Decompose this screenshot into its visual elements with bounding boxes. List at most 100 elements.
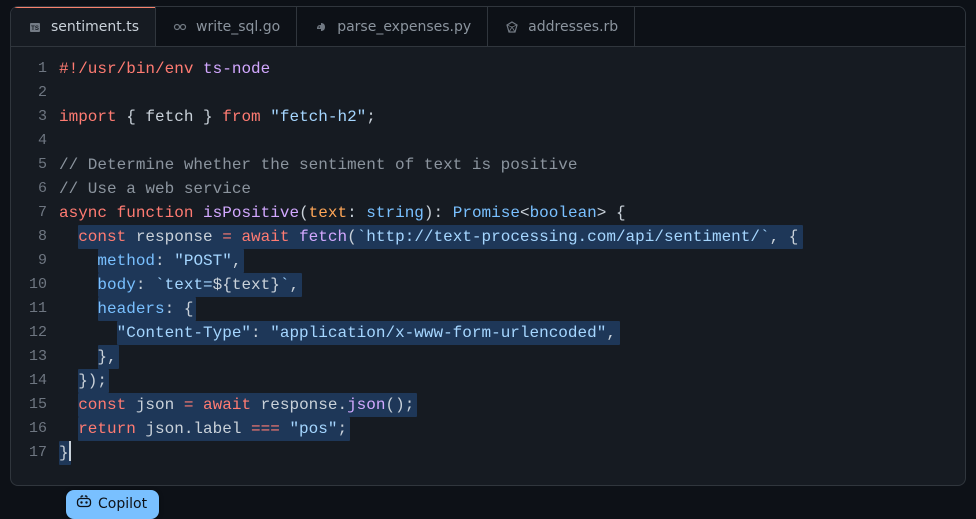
code-token: "application/x-www-form-urlencoded": [270, 324, 606, 342]
code-token: <: [520, 204, 530, 222]
code-line: },: [59, 345, 965, 369]
code-token: return: [78, 420, 136, 438]
code-line: [59, 129, 965, 153]
code-token: ,: [606, 324, 616, 342]
tab-label: sentiment.ts: [51, 19, 139, 35]
line-number: 5: [11, 153, 47, 177]
code-token: [261, 108, 271, 126]
code-token: [280, 420, 290, 438]
code-token: ,: [232, 252, 242, 270]
code-token: function: [117, 204, 194, 222]
go-file-icon: [172, 19, 188, 35]
code-token: ): [424, 204, 434, 222]
code-token: >: [597, 204, 607, 222]
code-token: {: [174, 300, 193, 318]
code-token: string: [366, 204, 424, 222]
code-token: text: [309, 204, 347, 222]
code-line: // Determine whether the sentiment of te…: [59, 153, 965, 177]
code-token: "Content-Type": [117, 324, 251, 342]
code-line: body: `text=${text}`,: [59, 273, 965, 297]
code-token: [59, 276, 97, 294]
code-token: async: [59, 204, 107, 222]
code-line: async function isPositive(text: string):…: [59, 201, 965, 225]
line-number: 7: [11, 201, 47, 225]
code-token: =: [184, 396, 194, 414]
code-token: Promise: [453, 204, 520, 222]
tab-write_sql-go[interactable]: write_sql.go: [156, 7, 297, 46]
tab-parse_expenses-py[interactable]: parse_expenses.py: [297, 7, 488, 46]
code-token: });: [59, 372, 107, 390]
code-token: json: [347, 396, 385, 414]
code-token: }: [193, 108, 222, 126]
line-number: 1: [11, 57, 47, 81]
code-token: // Use a web service: [59, 180, 251, 198]
code-token: import: [59, 108, 117, 126]
line-number: 14: [11, 369, 47, 393]
code-line: "Content-Type": "application/x-www-form-…: [59, 321, 965, 345]
code-token: ts-node: [203, 60, 270, 78]
ts-file-icon: TS: [27, 19, 43, 35]
copilot-label: Copilot: [98, 496, 147, 512]
code-token: #!/usr/bin/env: [59, 60, 193, 78]
tab-label: addresses.rb: [528, 19, 618, 35]
code-token: :: [155, 252, 165, 270]
code-token: [232, 228, 242, 246]
code-token: ,: [289, 276, 299, 294]
code-token: [193, 396, 203, 414]
code-content[interactable]: #!/usr/bin/env ts-nodeimport { fetch } f…: [59, 57, 965, 485]
code-line: return json.label === "pos";: [59, 417, 965, 441]
code-token: "fetch-h2": [270, 108, 366, 126]
copilot-badge[interactable]: Copilot: [66, 490, 159, 519]
code-token: ${: [213, 276, 232, 294]
code-line: headers: {: [59, 297, 965, 321]
code-token: },: [59, 348, 117, 366]
code-token: ;: [337, 420, 347, 438]
line-number: 2: [11, 81, 47, 105]
code-token: [107, 204, 117, 222]
line-number: 13: [11, 345, 47, 369]
text-cursor: [69, 441, 71, 461]
code-line: #!/usr/bin/env ts-node: [59, 57, 965, 81]
code-line: }: [59, 441, 965, 465]
editor-frame: TS sentiment.ts write_sql.goparse_expenses…: [10, 6, 966, 486]
tab-addresses-rb[interactable]: addresses.rb: [488, 7, 635, 46]
code-token: [59, 396, 78, 414]
code-token: , {: [770, 228, 799, 246]
code-token: [165, 252, 175, 270]
code-token: ();: [385, 396, 414, 414]
code-token: method: [97, 252, 155, 270]
line-number: 10: [11, 273, 47, 297]
tab-sentiment-ts[interactable]: TS sentiment.ts: [11, 7, 156, 46]
code-token: =: [222, 228, 232, 246]
tab-bar: TS sentiment.ts write_sql.goparse_expenses…: [11, 7, 965, 47]
code-token: boolean: [530, 204, 597, 222]
code-token: const: [78, 396, 126, 414]
code-token: [145, 276, 155, 294]
code-token: from: [222, 108, 260, 126]
code-token: const: [78, 228, 126, 246]
code-line: });: [59, 369, 965, 393]
code-token: {: [606, 204, 625, 222]
code-token: [59, 324, 117, 342]
code-token: await: [241, 228, 289, 246]
code-token: json.label: [136, 420, 251, 438]
code-token: [357, 204, 367, 222]
code-token: "POST": [174, 252, 232, 270]
code-token: headers: [97, 300, 164, 318]
code-token: (: [299, 204, 309, 222]
code-token: [443, 204, 453, 222]
code-token: :: [347, 204, 357, 222]
code-token: response.: [251, 396, 347, 414]
code-area: 1234567891011121314151617 #!/usr/bin/env…: [11, 47, 965, 485]
code-token: :: [434, 204, 444, 222]
code-token: `text=: [155, 276, 213, 294]
line-number: 15: [11, 393, 47, 417]
code-token: [59, 300, 97, 318]
code-line: [59, 81, 965, 105]
code-token: text: [232, 276, 270, 294]
code-token: :: [136, 276, 146, 294]
code-token: :: [251, 324, 261, 342]
line-number-gutter: 1234567891011121314151617: [11, 57, 59, 485]
code-line: const json = await response.json();: [59, 393, 965, 417]
code-token: ;: [366, 108, 376, 126]
